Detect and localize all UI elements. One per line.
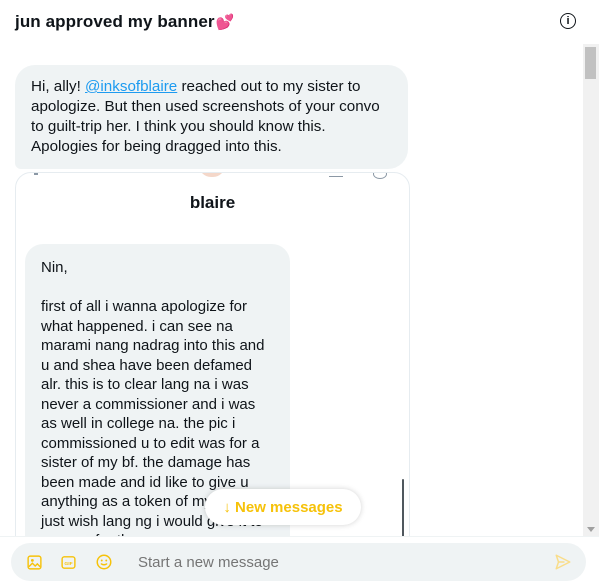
back-icon xyxy=(34,173,38,175)
conversation-title-text: jun approved my banner xyxy=(15,12,215,31)
call-icon xyxy=(329,173,343,177)
message-bubble: Hi, ally! @inksofblaire reached out to m… xyxy=(15,65,408,169)
message-input[interactable] xyxy=(138,550,528,574)
emoji-icon[interactable] xyxy=(95,553,113,571)
mention-link[interactable]: @inksofblaire xyxy=(85,78,177,95)
heart-emoji-icon: 💕 xyxy=(215,14,235,31)
video-icon xyxy=(373,173,387,179)
new-messages-button[interactable]: ↓ New messages xyxy=(205,489,361,525)
card-contact-name: blaire xyxy=(189,193,236,212)
scroll-down-arrow-icon[interactable] xyxy=(587,527,595,532)
gif-icon[interactable]: GIF xyxy=(59,553,77,571)
scrollbar[interactable] xyxy=(583,44,599,536)
shared-screenshot-card[interactable]: blaire Nin, first of all i wanna apologi… xyxy=(15,172,410,536)
conversation-title: jun approved my banner💕 xyxy=(15,12,234,32)
send-icon[interactable] xyxy=(554,553,572,571)
info-icon[interactable]: i xyxy=(560,13,576,29)
composer-bar: GIF xyxy=(0,536,599,588)
avatar xyxy=(199,173,225,177)
conversation-header: jun approved my banner💕 i xyxy=(0,0,599,44)
card-scrollbar xyxy=(402,479,404,536)
message-composer: GIF xyxy=(11,543,586,581)
message-text-prefix: Hi, ally! xyxy=(31,78,86,95)
svg-text:GIF: GIF xyxy=(64,560,72,566)
scrollbar-thumb[interactable] xyxy=(585,47,596,79)
image-icon[interactable] xyxy=(25,553,43,571)
message-list[interactable]: Hi, ally! @inksofblaire reached out to m… xyxy=(0,44,582,536)
